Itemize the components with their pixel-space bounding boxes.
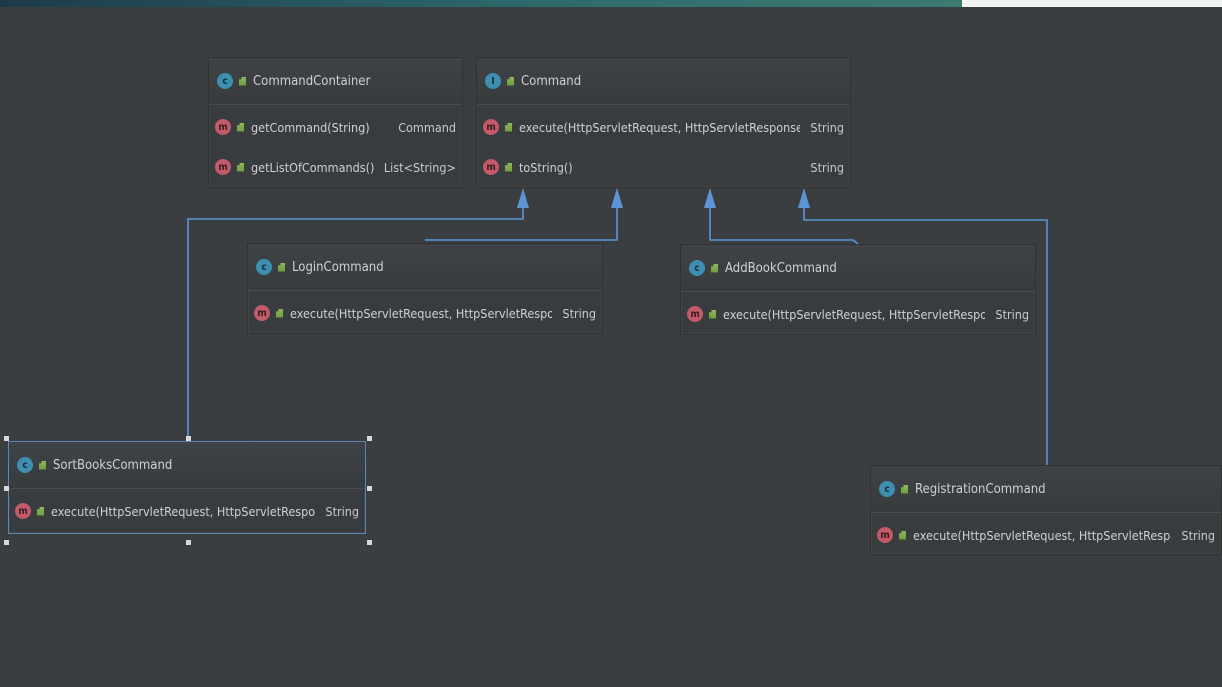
public-visibility-icon [709,309,716,319]
class-node-command[interactable]: I Command m execute(HttpServletRequest, … [476,57,851,188]
method-row[interactable]: m toString() String [477,147,850,187]
class-header: c SortBooksCommand [9,442,365,489]
method-row[interactable]: m execute(HttpServletRequest, HttpServle… [871,515,1221,555]
public-visibility-icon [507,76,514,86]
public-visibility-icon [899,530,906,540]
method-return-type: String [1181,527,1215,543]
resize-handle-bottom-left[interactable] [4,540,9,545]
method-return-type: String [325,503,359,519]
method-signature: execute(HttpServletRequest, HttpServletR… [913,527,1171,543]
method-icon: m [215,119,231,135]
method-signature: toString() [519,159,573,175]
method-signature: execute(HttpServletRequest, HttpServletR… [519,119,801,135]
method-icon: m [15,503,31,519]
class-header: c CommandContainer [209,58,462,105]
public-visibility-icon [239,76,246,86]
class-node-commandcontainer[interactable]: c CommandContainer m getCommand(String) … [208,57,463,188]
interface-icon: I [485,73,501,89]
public-visibility-icon [237,122,244,132]
method-icon: m [687,306,703,322]
resize-handle-bottom-center[interactable] [186,540,191,545]
class-header: I Command [477,58,850,105]
resize-handle-top-right[interactable] [367,436,372,441]
public-visibility-icon [711,263,718,273]
class-name: LoginCommand [292,259,384,275]
class-icon: c [17,457,33,473]
class-icon: c [879,481,895,497]
public-visibility-icon [901,484,908,494]
public-visibility-icon [37,506,44,516]
class-header: c LoginCommand [248,244,602,291]
public-visibility-icon [505,162,512,172]
method-row[interactable]: m execute(HttpServletRequest, HttpServle… [477,107,850,147]
class-name: Command [521,73,582,89]
class-name: RegistrationCommand [915,481,1046,497]
public-visibility-icon [237,162,244,172]
class-name: CommandContainer [253,73,371,89]
method-row[interactable]: m execute(HttpServletRequest, HttpServle… [681,294,1035,334]
class-header: c RegistrationCommand [871,466,1221,513]
method-return-type: List<String> [383,159,456,175]
resize-handle-bottom-right[interactable] [367,540,372,545]
edge-login-to-command [425,206,618,241]
public-visibility-icon [276,308,283,318]
top-bar-light [962,0,1222,7]
method-return-type: String [562,305,596,321]
method-return-type: String [810,119,844,135]
method-row[interactable]: m execute(HttpServletRequest, HttpServle… [9,491,365,531]
method-icon: m [483,119,499,135]
class-node-registrationcommand[interactable]: c RegistrationCommand m execute(HttpServ… [870,465,1222,555]
class-node-logincommand[interactable]: c LoginCommand m execute(HttpServletRequ… [247,243,603,334]
method-signature: getListOfCommands() [251,159,374,175]
method-icon: m [877,527,893,543]
class-icon: c [217,73,233,89]
method-signature: execute(HttpServletRequest, HttpServletR… [290,305,553,321]
arrowhead-sortbooks [517,188,529,208]
arrowhead-registration [798,188,810,208]
edge-addbook-to-command [709,206,859,245]
method-signature: execute(HttpServletRequest, HttpServletR… [723,306,986,322]
method-icon: m [215,159,231,175]
resize-handle-top-left[interactable] [4,436,9,441]
method-return-type: Command [398,119,456,135]
class-node-sortbookscommand[interactable]: c SortBooksCommand m execute(HttpServlet… [8,441,366,534]
class-icon: c [689,260,705,276]
top-bar-gradient [0,0,962,7]
class-icon: c [256,259,272,275]
arrowhead-addbook [704,188,716,208]
class-header: c AddBookCommand [681,245,1035,292]
method-icon: m [254,305,270,321]
public-visibility-icon [278,262,285,272]
resize-handle-top-center[interactable] [186,436,191,441]
class-name: SortBooksCommand [53,457,173,473]
method-return-type: String [810,159,844,175]
arrowhead-login [611,188,623,208]
public-visibility-icon [39,460,46,470]
resize-handle-middle-right[interactable] [367,486,372,491]
method-return-type: String [995,306,1029,322]
public-visibility-icon [505,122,512,132]
resize-handle-middle-left[interactable] [4,486,9,491]
method-signature: getCommand(String) [251,119,370,135]
method-row[interactable]: m getCommand(String) Command [209,107,462,147]
method-row[interactable]: m execute(HttpServletRequest, HttpServle… [248,293,602,333]
method-row[interactable]: m getListOfCommands() List<String> [209,147,462,187]
method-signature: execute(HttpServletRequest, HttpServletR… [51,503,316,519]
class-node-addbookcommand[interactable]: c AddBookCommand m execute(HttpServletRe… [680,244,1036,335]
method-icon: m [483,159,499,175]
class-name: AddBookCommand [725,260,837,276]
